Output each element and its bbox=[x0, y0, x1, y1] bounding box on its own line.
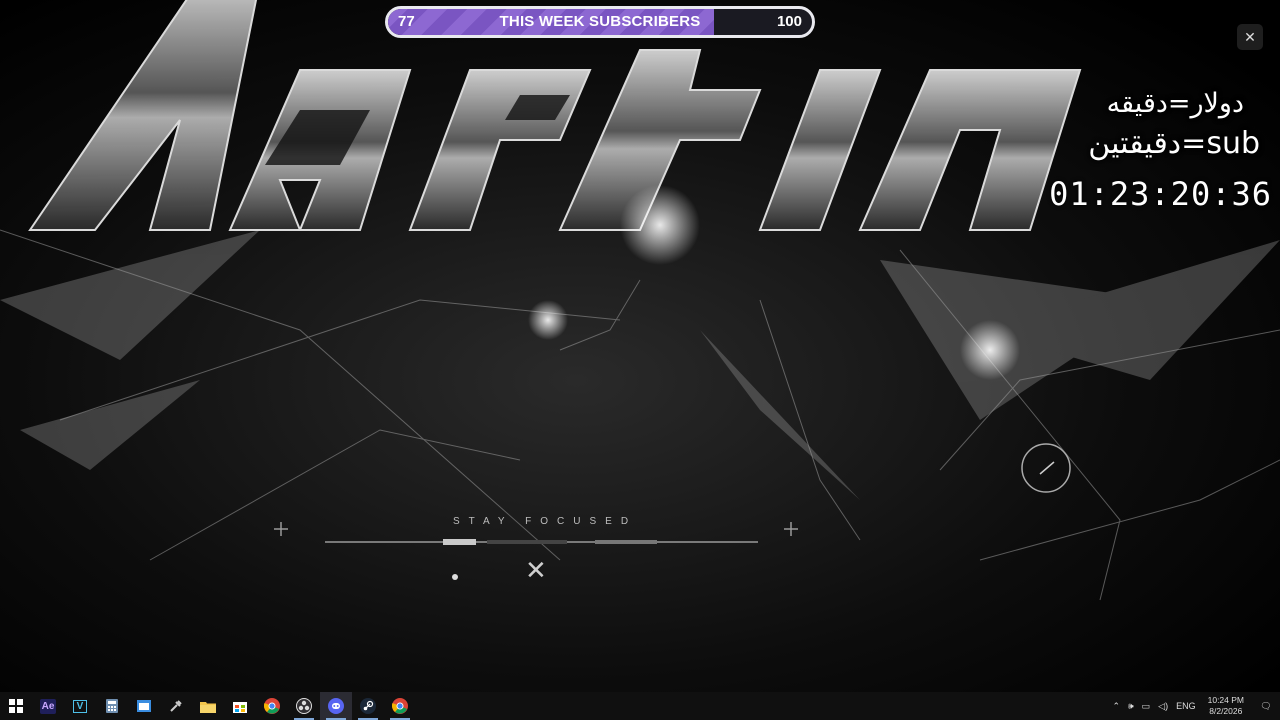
clock-time: 10:24 PM bbox=[1207, 695, 1244, 705]
taskbar-store[interactable] bbox=[224, 692, 256, 720]
discord-icon bbox=[328, 698, 344, 714]
vegas-icon: V bbox=[72, 699, 88, 713]
notification-icon[interactable]: 🗨 bbox=[1252, 701, 1280, 712]
store-icon bbox=[233, 702, 247, 713]
taskbar-after-effects[interactable]: Ae bbox=[32, 692, 64, 720]
steam-icon bbox=[360, 698, 376, 714]
taskbar-tool[interactable] bbox=[160, 692, 192, 720]
language-indicator[interactable]: ENG bbox=[1172, 701, 1200, 711]
taskbar: Ae V ⌃ 🕪 ▭ ◁) ENG 10:24 PM 8/2/2026 🗨 bbox=[0, 692, 1280, 720]
close-icon: ✕ bbox=[1244, 28, 1256, 45]
desktop-wallpaper bbox=[0, 0, 1280, 692]
sub-rate-text: sub=دقيقتين bbox=[1088, 126, 1260, 161]
clock-date: 8/2/2026 bbox=[1209, 706, 1243, 716]
chrome-icon bbox=[264, 698, 280, 714]
taskbar-chrome[interactable] bbox=[256, 692, 288, 720]
taskbar-obs[interactable] bbox=[288, 692, 320, 720]
taskbar-vegas[interactable]: V bbox=[64, 692, 96, 720]
close-button[interactable]: ✕ bbox=[1237, 24, 1263, 50]
obs-icon bbox=[296, 698, 312, 714]
taskbar-discord[interactable] bbox=[320, 692, 352, 720]
goal-title: THIS WEEK SUBSCRIBERS bbox=[499, 13, 701, 30]
goal-target-count: 100 bbox=[776, 13, 802, 30]
taskbar-steam[interactable] bbox=[352, 692, 384, 720]
taskbar-chrome-2[interactable] bbox=[384, 692, 416, 720]
taskbar-desktop[interactable] bbox=[128, 692, 160, 720]
sound-icon[interactable]: ◁) bbox=[1154, 701, 1172, 712]
chevron-up-icon[interactable]: ⌃ bbox=[1108, 701, 1124, 712]
subscriber-goal-bar: 77 THIS WEEK SUBSCRIBERS 100 bbox=[385, 6, 815, 38]
chrome-icon bbox=[392, 698, 408, 714]
system-tray: ⌃ 🕪 ▭ ◁) ENG 10:24 PM 8/2/2026 🗨 bbox=[1108, 692, 1280, 720]
center-x-icon: ✕ bbox=[525, 555, 547, 585]
taskbar-file-explorer[interactable] bbox=[192, 692, 224, 720]
taskbar-calculator[interactable] bbox=[96, 692, 128, 720]
dollar-rate-text: دولار=دقيقه bbox=[1106, 88, 1244, 119]
windows-logo-icon bbox=[9, 699, 23, 713]
network-icon[interactable]: ▭ bbox=[1138, 701, 1155, 712]
start-button[interactable] bbox=[0, 692, 32, 720]
window-icon bbox=[137, 700, 151, 712]
stay-focused-tagline: STAY FOCUSED bbox=[452, 516, 638, 527]
volume-icon[interactable]: 🕪 bbox=[1124, 701, 1138, 712]
after-effects-icon: Ae bbox=[39, 698, 57, 714]
taskbar-clock[interactable]: 10:24 PM 8/2/2026 bbox=[1200, 695, 1252, 717]
calculator-icon bbox=[106, 699, 118, 713]
folder-icon bbox=[200, 701, 216, 713]
tool-icon bbox=[170, 700, 182, 712]
countdown-timer: 01:23:20:36 bbox=[1049, 175, 1272, 213]
